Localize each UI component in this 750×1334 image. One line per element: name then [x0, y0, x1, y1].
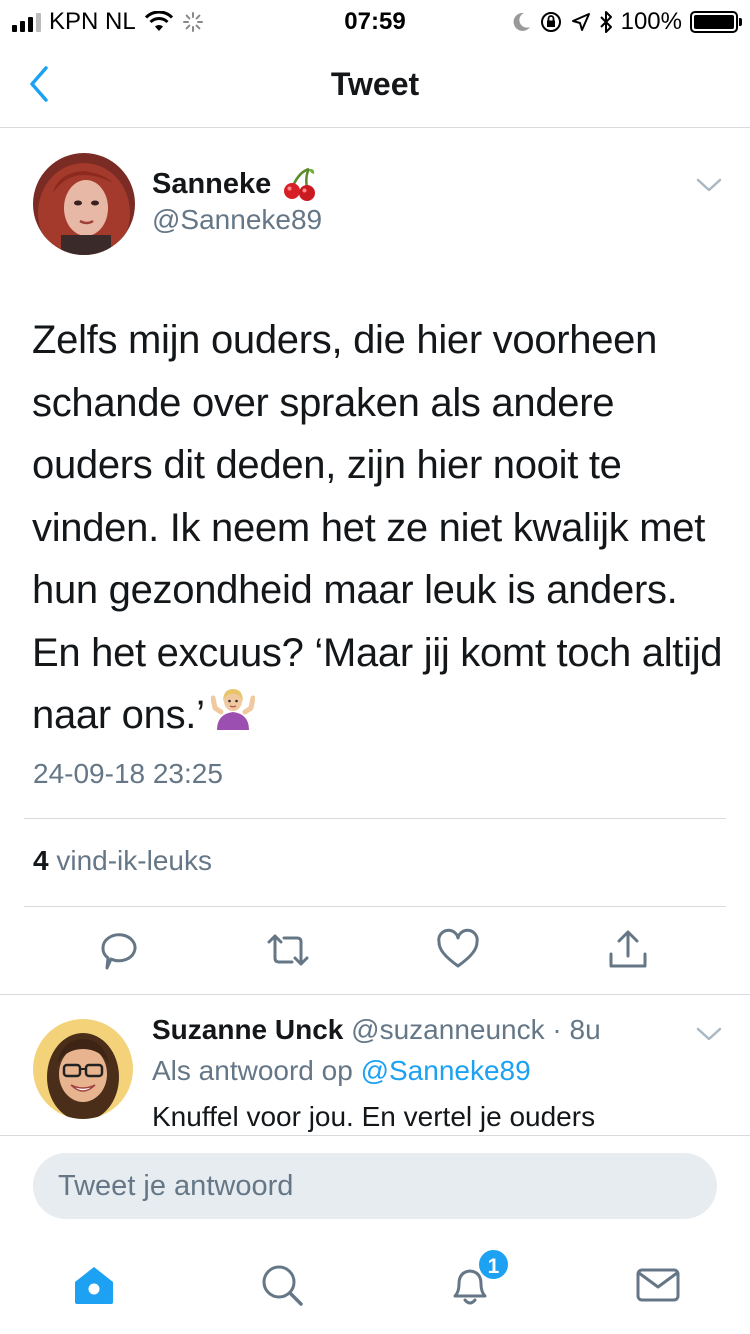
likes-summary[interactable]: 4 vind-ik-leuks [33, 845, 212, 877]
status-right: 100% [511, 8, 742, 36]
battery-icon [690, 11, 742, 33]
author-avatar[interactable] [33, 153, 135, 255]
page-title: Tweet [330, 66, 420, 102]
retweet-icon[interactable] [266, 928, 310, 972]
reply-input[interactable]: Tweet je antwoord [33, 1153, 717, 1219]
reply-header: Suzanne Unck @suzanneunck · 8u [152, 1014, 601, 1046]
navigation-bar: Tweet [0, 42, 750, 128]
reply-to-mention[interactable]: @Sanneke89 [361, 1055, 531, 1086]
search-icon[interactable] [259, 1262, 305, 1308]
bluetooth-icon [599, 11, 612, 33]
moon-icon [513, 12, 530, 31]
likes-count: 4 [33, 845, 49, 876]
cherries-icon [284, 167, 316, 201]
rotation-lock-icon [540, 12, 561, 32]
reply-input-placeholder: Tweet je antwoord [58, 1169, 294, 1202]
notification-badge: 1 [477, 1248, 510, 1281]
status-bar: KPN NL 07:59 100% [0, 0, 750, 42]
tweet-timestamp: 24-09-18 23:25 [33, 758, 223, 789]
divider [24, 818, 726, 819]
reply-time: · 8u [552, 1014, 601, 1045]
section-divider [0, 994, 750, 995]
author-name-label: Sanneke [152, 167, 272, 200]
heart-icon[interactable] [436, 928, 480, 972]
location-icon [571, 13, 590, 31]
author-name[interactable]: Sanneke [152, 166, 317, 202]
divider [24, 906, 726, 907]
home-icon[interactable] [71, 1262, 117, 1308]
reply-to-prefix: Als antwoord op [152, 1055, 353, 1086]
shrug-icon [210, 686, 256, 749]
tweet-text: Zelfs mijn ouders, die hier voorheen sch… [32, 309, 732, 749]
battery-percentage: 100% [620, 8, 682, 35]
chevron-down-icon[interactable] [696, 1024, 722, 1044]
author-handle[interactable]: @Sanneke89 [152, 204, 322, 236]
tweet-actions [0, 928, 750, 974]
reply-text: Knuffel voor jou. En vertel je ouders [152, 1101, 596, 1132]
likes-label: vind-ik-leuks [56, 845, 212, 876]
mail-icon[interactable] [635, 1262, 681, 1308]
reply-author-avatar[interactable] [33, 1019, 133, 1119]
reply-author-name[interactable]: Suzanne Unck [152, 1014, 343, 1045]
share-icon[interactable] [606, 928, 650, 972]
reply-context: Als antwoord op @Sanneke89 [152, 1055, 531, 1087]
reply-icon[interactable] [97, 928, 141, 972]
tweet-body: Zelfs mijn ouders, die hier voorheen sch… [32, 318, 723, 737]
reply-author-handle[interactable]: @suzanneunck [351, 1014, 544, 1045]
chevron-down-icon[interactable] [696, 175, 722, 195]
